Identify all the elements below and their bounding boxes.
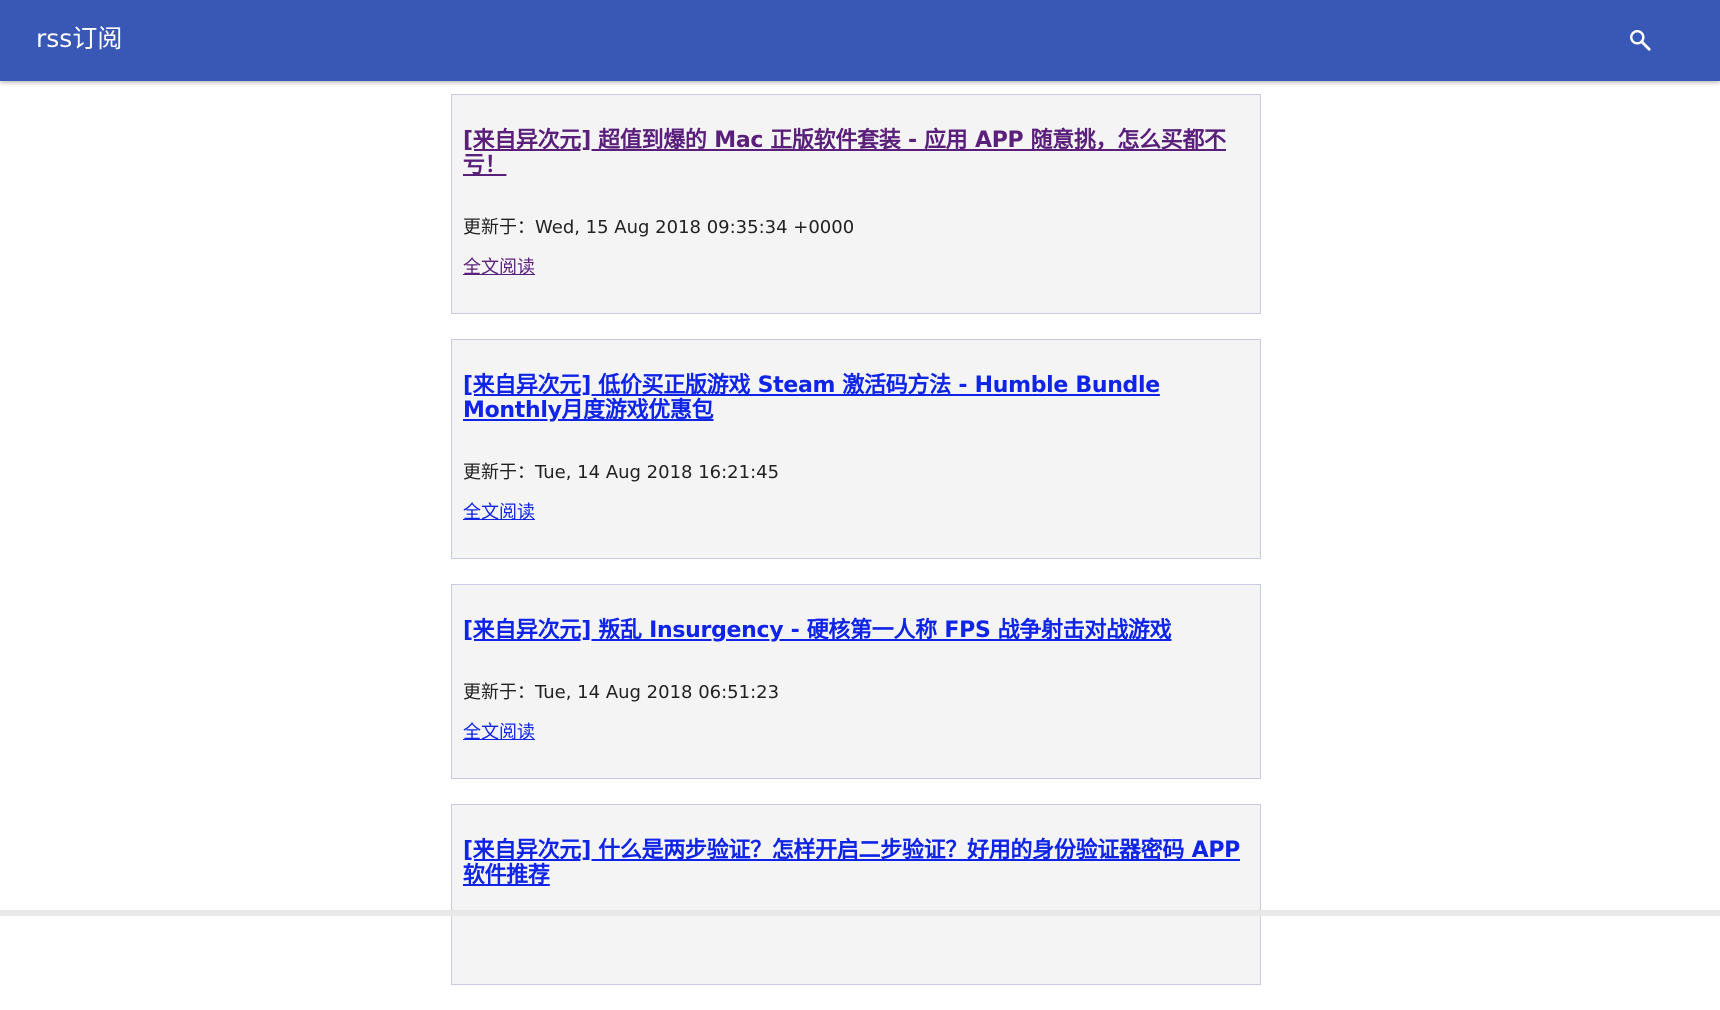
- article-title: [来自异次元] 超值到爆的 Mac 正版软件套装 - 应用 APP 随意挑，怎么…: [463, 95, 1249, 178]
- search-icon: [1630, 30, 1651, 51]
- article-title: [来自异次元] 什么是两步验证？怎样开启二步验证？好用的身份验证器密码 APP …: [463, 805, 1249, 888]
- article-card: [来自异次元] 什么是两步验证？怎样开启二步验证？好用的身份验证器密码 APP …: [451, 804, 1261, 985]
- article-title-link[interactable]: [来自异次元] 低价买正版游戏 Steam 激活码方法 - Humble Bun…: [463, 373, 1160, 423]
- article-updated: 更新于：Tue, 14 Aug 2018 06:51:23: [463, 682, 780, 703]
- article-title: [来自异次元] 叛乱 Insurgency - 硬核第一人称 FPS 战争射击对…: [463, 585, 1249, 643]
- article-card: [来自异次元] 超值到爆的 Mac 正版软件套装 - 应用 APP 随意挑，怎么…: [451, 94, 1261, 314]
- article-card: [来自异次元] 低价买正版游戏 Steam 激活码方法 - Humble Bun…: [451, 339, 1261, 559]
- read-more-link[interactable]: 全文阅读: [463, 502, 535, 524]
- article-updated: 更新于：Wed, 15 Aug 2018 09:35:34 +0000: [463, 217, 855, 238]
- article-card: [来自异次元] 叛乱 Insurgency - 硬核第一人称 FPS 战争射击对…: [451, 584, 1261, 779]
- app-bar: rss订阅: [0, 0, 1720, 81]
- read-more-link[interactable]: 全文阅读: [463, 257, 535, 279]
- article-title-link[interactable]: [来自异次元] 超值到爆的 Mac 正版软件套装 - 应用 APP 随意挑，怎么…: [463, 128, 1226, 178]
- read-more-link[interactable]: 全文阅读: [463, 722, 535, 744]
- article-updated: 更新于：Tue, 14 Aug 2018 16:21:45: [463, 462, 780, 483]
- article-title-link[interactable]: [来自异次元] 什么是两步验证？怎样开启二步验证？好用的身份验证器密码 APP …: [463, 838, 1240, 888]
- horizontal-scrollbar[interactable]: [0, 910, 1720, 916]
- article-title-link[interactable]: [来自异次元] 叛乱 Insurgency - 硬核第一人称 FPS 战争射击对…: [463, 618, 1172, 643]
- search-button[interactable]: [1622, 22, 1658, 58]
- article-title: [来自异次元] 低价买正版游戏 Steam 激活码方法 - Humble Bun…: [463, 340, 1249, 423]
- app-title: rss订阅: [36, 24, 123, 53]
- article-feed: [来自异次元] 超值到爆的 Mac 正版软件套装 - 应用 APP 随意挑，怎么…: [451, 94, 1261, 1010]
